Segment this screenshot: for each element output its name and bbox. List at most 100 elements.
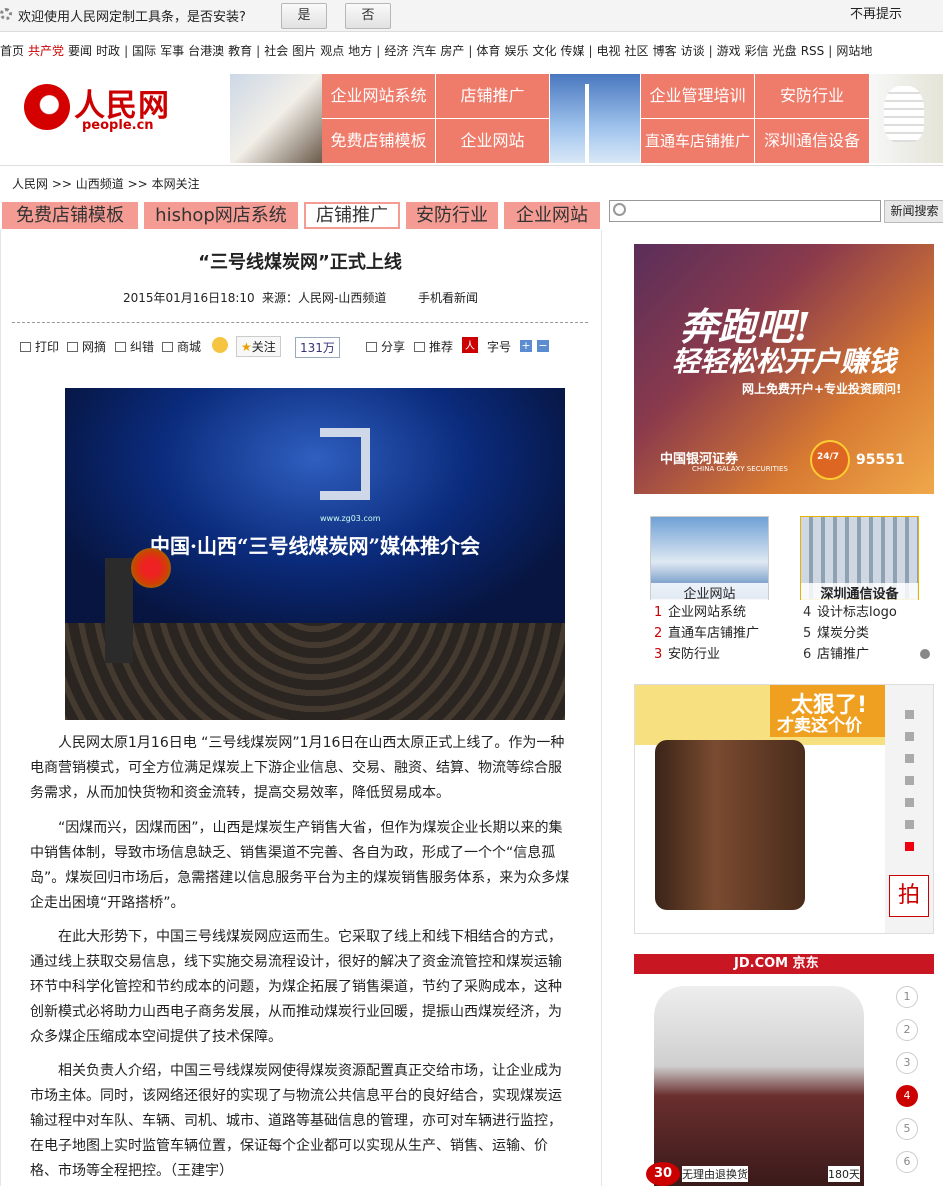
thumb-shenzhen-telecom[interactable]: 深圳通信设备 [800, 516, 919, 602]
article-date: 2015年01月16日18:10 [123, 291, 255, 305]
nav-link[interactable]: 访谈 [681, 42, 705, 59]
nav-link[interactable]: 首页 [0, 42, 24, 59]
nav-link[interactable]: 地方 [348, 42, 372, 59]
news-search-button[interactable]: 新闻搜索 [884, 200, 943, 223]
article-source[interactable]: 来源：人民网-山西频道 [262, 289, 386, 306]
header-link[interactable]: 深圳通信设备 [755, 119, 869, 163]
pager-dot-active[interactable] [905, 842, 914, 851]
nav-link[interactable]: 国际 [132, 42, 156, 59]
header-link[interactable]: 直通车店铺推广 [641, 119, 754, 163]
nav-link[interactable]: 时政 [96, 42, 120, 59]
thumb-enterprise-site[interactable]: 企业网站 [650, 516, 769, 602]
header-link[interactable]: 企业网站 [436, 119, 549, 163]
font-increase-button[interactable]: + [520, 340, 532, 352]
tab-security[interactable]: 安防行业 [406, 202, 498, 229]
nav-link[interactable]: 游戏 [717, 42, 741, 59]
breadcrumb-link[interactable]: 山西频道 [76, 177, 124, 191]
nav-link[interactable]: 共产党 [28, 42, 64, 59]
font-decrease-button[interactable]: − [537, 340, 549, 352]
article-paragraph: 人民网太原1月16日电 “三号线煤炭网”1月16日在山西太原正式上线了。作为一种… [30, 735, 565, 801]
people-logo-icon[interactable] [24, 84, 70, 130]
nav-link[interactable]: 体育 [476, 42, 500, 59]
slide-number[interactable]: 5 [896, 1118, 918, 1140]
list-item[interactable]: 3 安防行业 [654, 644, 759, 665]
podium [105, 558, 133, 663]
pager-dot[interactable] [905, 732, 914, 741]
nav-link[interactable]: 汽车 [412, 42, 436, 59]
paw-icon[interactable] [920, 649, 930, 659]
pager-dot[interactable] [905, 776, 914, 785]
nav-link[interactable]: 经济 [384, 42, 408, 59]
nav-link[interactable]: 电视 [597, 42, 621, 59]
smiley-icon[interactable] [212, 337, 228, 353]
share-icon [366, 342, 377, 352]
gear-icon [0, 8, 12, 20]
wind-turbine-photo [550, 74, 640, 163]
people-weibo-icon[interactable]: 人 [462, 337, 478, 353]
nav-link[interactable]: RSS [801, 44, 825, 58]
slide-number[interactable]: 3 [896, 1052, 918, 1074]
nav-link[interactable]: 传媒 [560, 42, 584, 59]
no-button[interactable]: 否 [345, 3, 391, 29]
breadcrumb-link[interactable]: 本网关注 [152, 177, 200, 191]
header-link[interactable]: 企业管理培训 [641, 74, 754, 118]
pager-dot[interactable] [905, 820, 914, 829]
nav-link[interactable]: 图片 [292, 42, 316, 59]
slide-number-active[interactable]: 4 [896, 1085, 918, 1107]
search-input[interactable] [609, 200, 881, 222]
nav-link[interactable]: 要闻 [68, 42, 92, 59]
nav-link[interactable]: 娱乐 [504, 42, 528, 59]
pager-dot[interactable] [905, 710, 914, 719]
nav-link[interactable]: 文化 [532, 42, 556, 59]
jiucuo-button[interactable]: 纠错 [115, 338, 154, 355]
cart-icon [162, 342, 173, 352]
recommend-button[interactable]: 推荐 [414, 338, 453, 355]
list-item[interactable]: 4 设计标志logo [803, 602, 897, 623]
slide-number[interactable]: 1 [896, 986, 918, 1008]
print-button[interactable]: 打印 [20, 338, 59, 355]
nav-link[interactable]: 教育 [228, 42, 252, 59]
auction-button[interactable]: 拍 [889, 875, 929, 917]
leather-bag-ad[interactable]: 太狠了! 才卖这个价 拍 [634, 684, 934, 934]
logo-3-graphic [320, 428, 370, 500]
nav-link[interactable]: 网站地 [836, 42, 872, 59]
share-button[interactable]: 分享 [366, 338, 405, 355]
header-link[interactable]: 店铺推广 [436, 74, 549, 118]
nav-link[interactable]: 社区 [625, 42, 649, 59]
pager-dot[interactable] [905, 754, 914, 763]
mobile-news-link[interactable]: 手机看新闻 [418, 289, 478, 306]
jd-ad[interactable]: JD.COM 京东 1 2 3 4 5 6 30 无理由退换货 180天 [634, 954, 934, 1186]
list-item[interactable]: 6 店铺推广 [803, 644, 897, 665]
breadcrumb-link[interactable]: 人民网 [12, 177, 48, 191]
slide-number[interactable]: 2 [896, 1019, 918, 1041]
slide-number[interactable]: 6 [896, 1151, 918, 1173]
galaxy-securities-ad[interactable]: 奔跑吧! 轻轻松松开户赚钱 网上免费开户+专业投资顾问! 中国银河证券 CHIN… [634, 244, 934, 494]
breadcrumb-separator: >> [51, 177, 72, 191]
nav-link[interactable]: 观点 [320, 42, 344, 59]
article-paragraph: 在此大形势下，中国三号线煤炭网应运而生。它采取了线上和线下相结合的方式，通过线上… [30, 929, 562, 1045]
follow-button[interactable]: ★关注 [236, 336, 281, 357]
tab-hishop[interactable]: hishop网店系统 [144, 202, 298, 229]
tab-enterprise-site[interactable]: 企业网站 [504, 202, 600, 229]
nav-link[interactable]: 军事 [160, 42, 184, 59]
header-link[interactable]: 企业网站系统 [322, 74, 435, 118]
list-item[interactable]: 5 煤炭分类 [803, 623, 897, 644]
yes-button[interactable]: 是 [281, 3, 327, 29]
no-more-link[interactable]: 不再提示 [850, 3, 902, 22]
tab-shop-promotion[interactable]: 店铺推广 [304, 202, 400, 229]
shangcheng-button[interactable]: 商城 [162, 338, 201, 355]
list-item[interactable]: 1 企业网站系统 [654, 602, 759, 623]
nav-link[interactable]: 彩信 [745, 42, 769, 59]
nav-link[interactable]: 社会 [264, 42, 288, 59]
wangzhai-button[interactable]: 网摘 [67, 338, 106, 355]
nav-link[interactable]: 光盘 [773, 42, 797, 59]
header-link[interactable]: 免费店铺模板 [322, 119, 435, 163]
nav-link[interactable]: 房产 [440, 42, 464, 59]
nav-link[interactable]: 博客 [653, 42, 677, 59]
list-item[interactable]: 2 直通车店铺推广 [654, 623, 759, 644]
bulb-icon [884, 86, 924, 142]
tab-free-templates[interactable]: 免费店铺模板 [2, 202, 138, 229]
header-link[interactable]: 安防行业 [755, 74, 869, 118]
nav-link[interactable]: 台港澳 [188, 42, 224, 59]
pager-dot[interactable] [905, 798, 914, 807]
